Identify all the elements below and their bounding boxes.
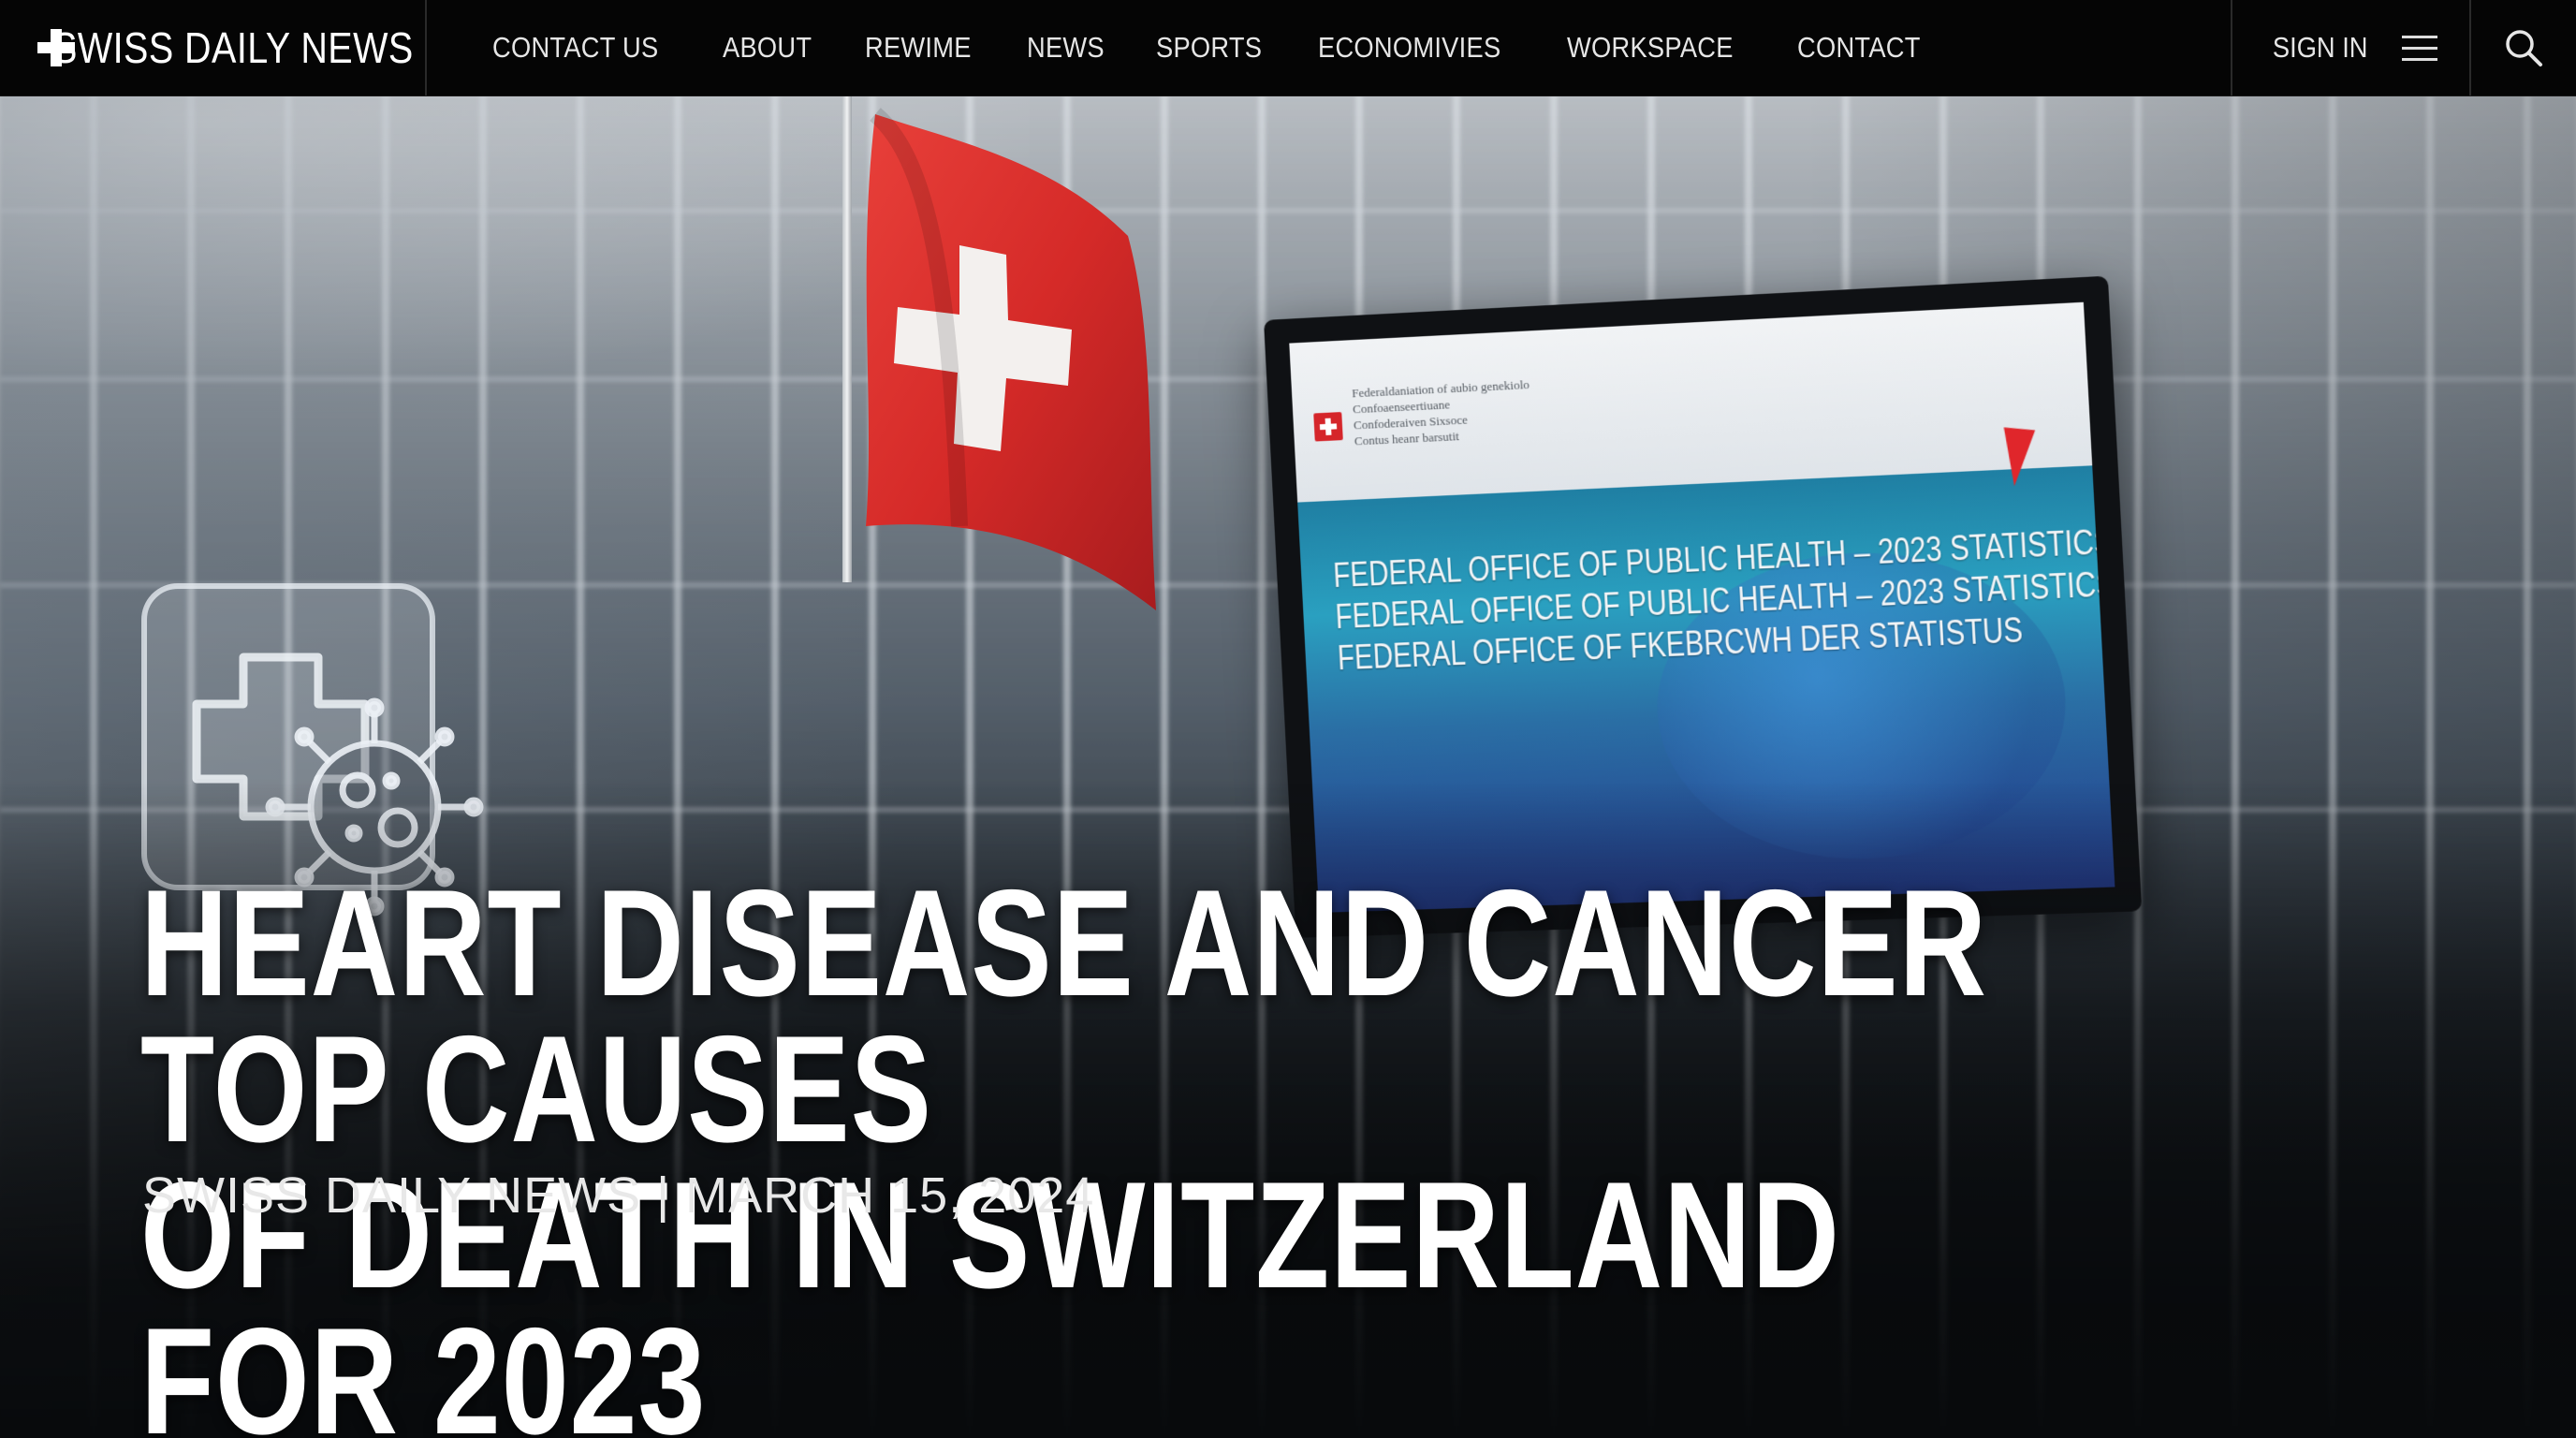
display-agency-names: Federaldaniation of aubio genekiolo Conf… (1352, 376, 1532, 449)
nav-item-contact[interactable]: CONTACT (1797, 31, 1921, 65)
nav-right-group: SIGN IN (2230, 0, 2576, 95)
account-area: SIGN IN (2230, 0, 2469, 95)
swiss-flag-image (866, 108, 1156, 610)
brand-logo-link[interactable]: SWISS DAILY NEWS (0, 0, 427, 95)
nav-item-contact-us[interactable]: CONTACT US (492, 31, 658, 65)
headline-line-1: HEART DISEASE AND CANCER TOP CAUSES (140, 858, 1987, 1174)
nav-item-sports[interactable]: SPORTS (1156, 31, 1262, 65)
sign-in-link[interactable]: SIGN IN (2273, 31, 2368, 65)
article-byline: SWISS DAILY NEWS | MARCH 15, 2024 (142, 1167, 1095, 1224)
page: SWISS DAILY NEWS CONTACT US ABOUT REWIME… (0, 0, 2576, 1438)
hamburger-menu-icon[interactable] (2402, 34, 2437, 62)
nav-item-rewime[interactable]: REWIME (865, 31, 972, 65)
article-headline[interactable]: HEART DISEASE AND CANCER TOP CAUSES OF D… (140, 868, 2012, 1438)
brand-name: SWISS DAILY NEWS (52, 23, 414, 72)
nav-item-workspace[interactable]: WORKSPACE (1567, 31, 1734, 65)
top-navigation-bar: SWISS DAILY NEWS CONTACT US ABOUT REWIME… (0, 0, 2576, 96)
search-icon (2506, 30, 2542, 66)
nav-item-economivies[interactable]: ECONOMIVIES (1318, 31, 1500, 65)
nav-item-news[interactable]: NEWS (1027, 31, 1105, 65)
search-button[interactable] (2469, 0, 2576, 95)
main-menu: CONTACT US ABOUT REWIME NEWS SPORTS ECON… (427, 0, 1979, 95)
swiss-cross-logo-icon (1313, 412, 1343, 442)
display-red-accent (1998, 427, 2036, 488)
nav-item-about[interactable]: ABOUT (723, 31, 812, 65)
